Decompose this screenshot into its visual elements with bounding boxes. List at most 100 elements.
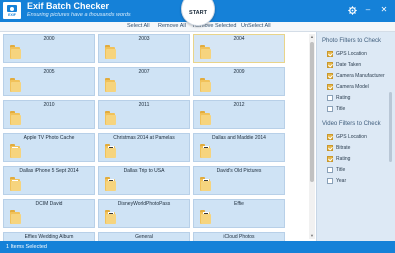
- filter-checkbox[interactable]: [327, 167, 333, 173]
- filter-option[interactable]: Bitrate: [327, 144, 393, 152]
- filter-checkbox[interactable]: [327, 51, 333, 57]
- folder-label: 2003: [138, 36, 150, 42]
- status-text: 1 Items Selected: [6, 244, 47, 250]
- folder-label: 2005: [43, 69, 55, 75]
- folder-tile[interactable]: 2012: [193, 100, 285, 129]
- folder-tile[interactable]: DCIM David: [3, 199, 95, 228]
- folder-tile[interactable]: Christmas 2014 at Pamelas: [98, 133, 190, 162]
- folder-tile[interactable]: 2009: [193, 67, 285, 96]
- photo-filters-heading: Photo Filters to Check: [322, 38, 382, 44]
- folder-tile[interactable]: Dallas and Maddie 2014: [193, 133, 285, 162]
- filter-label: Title: [336, 167, 346, 173]
- filter-option[interactable]: Rating: [327, 94, 393, 102]
- filter-checkbox[interactable]: [327, 106, 333, 112]
- filter-option[interactable]: Year: [327, 177, 393, 185]
- logo-text: EXIF: [8, 13, 16, 17]
- folder-tile[interactable]: 2007: [98, 67, 190, 96]
- photo-folder-icon: [200, 177, 211, 191]
- minimize-button[interactable]: –: [362, 4, 374, 16]
- folder-label: iCloud Photos: [223, 234, 255, 240]
- filter-checkbox[interactable]: [327, 62, 333, 68]
- folder-tile[interactable]: 2004: [193, 34, 285, 63]
- folder-tile[interactable]: Dallas Trip to USA: [98, 166, 190, 195]
- app-logo: EXIF: [3, 2, 21, 19]
- close-button[interactable]: ✕: [378, 4, 390, 16]
- folder-tile[interactable]: Apple TV Photo Cache: [3, 133, 95, 162]
- filter-option[interactable]: Title: [327, 105, 393, 113]
- filter-label: GPS Location: [336, 134, 367, 140]
- folder-tile[interactable]: David's Old Pictures: [193, 166, 285, 195]
- folder-icon: [200, 45, 211, 59]
- folder-label: David's Old Pictures: [216, 168, 262, 174]
- folder-icon: [105, 111, 116, 125]
- folder-icon: [10, 210, 21, 224]
- folder-label: Effies Wedding Album: [24, 234, 74, 240]
- settings-button[interactable]: [346, 4, 358, 16]
- filter-option[interactable]: Camera Model: [327, 83, 393, 91]
- filter-label: Camera Model: [336, 84, 369, 90]
- photo-folder-icon: [105, 177, 116, 191]
- folder-label: 2007: [138, 69, 150, 75]
- filter-checkbox[interactable]: [327, 178, 333, 184]
- filter-checkbox[interactable]: [327, 73, 333, 79]
- folder-tile[interactable]: Effies Wedding Album: [3, 232, 95, 241]
- photo-folder-icon: [200, 144, 211, 158]
- filter-option[interactable]: Date Taken: [327, 61, 393, 69]
- folder-label: 2012: [233, 102, 245, 108]
- filter-label: Year: [336, 178, 347, 184]
- folder-tile[interactable]: 2010: [3, 100, 95, 129]
- folder-label: Dallas iPhone 5 Sept 2014: [19, 168, 79, 174]
- filter-checkbox[interactable]: [327, 134, 333, 140]
- folder-label: Dallas Trip to USA: [123, 168, 165, 174]
- folder-tile[interactable]: 2011: [98, 100, 190, 129]
- folder-label: General: [135, 234, 153, 240]
- folder-icon: [200, 111, 211, 125]
- filter-label: GPS Location: [336, 51, 367, 57]
- folder-icon: [200, 78, 211, 92]
- filter-checkbox[interactable]: [327, 145, 333, 151]
- filter-checkbox[interactable]: [327, 95, 333, 101]
- filter-checkbox[interactable]: [327, 84, 333, 90]
- folder-label: DCIM David: [35, 201, 63, 207]
- scrollbar-thumb[interactable]: [310, 42, 314, 182]
- filter-option[interactable]: GPS Location: [327, 50, 393, 58]
- folder-label: 2011: [138, 102, 150, 108]
- select-all-button[interactable]: Select All: [127, 23, 150, 29]
- grid-scrollbar[interactable]: ▲ ▼: [309, 34, 315, 239]
- scroll-up-arrow-icon[interactable]: ▲: [309, 34, 315, 40]
- folder-tile[interactable]: iCloud Photos: [193, 232, 285, 241]
- folder-tile[interactable]: General: [98, 232, 190, 241]
- folder-icon: [10, 78, 21, 92]
- video-filters-heading: Video Filters to Check: [322, 121, 381, 127]
- filter-panel: Photo Filters to Check GPS Location Date …: [316, 32, 395, 241]
- remove-all-button[interactable]: Remove All: [158, 23, 186, 29]
- photo-folder-icon: [200, 210, 211, 224]
- panel-scrollbar[interactable]: [388, 34, 393, 239]
- scroll-down-arrow-icon[interactable]: ▼: [309, 233, 315, 239]
- gear-icon: [347, 5, 357, 15]
- app-subtitle: Ensuring pictures have a thousands words: [27, 12, 131, 18]
- folder-label: 2010: [43, 102, 55, 108]
- folder-label: 2004: [233, 36, 245, 42]
- folder-icon: [105, 78, 116, 92]
- filter-option[interactable]: Title: [327, 166, 393, 174]
- folder-tile[interactable]: Dallas iPhone 5 Sept 2014: [3, 166, 95, 195]
- folder-tile[interactable]: 2003: [98, 34, 190, 63]
- filter-option[interactable]: GPS Location: [327, 133, 393, 141]
- filter-label: Camera Manufacturer: [336, 73, 385, 79]
- status-bar: 1 Items Selected: [0, 241, 395, 253]
- folder-tile[interactable]: DisneyWorldPhotoPass: [98, 199, 190, 228]
- filter-checkbox[interactable]: [327, 156, 333, 162]
- folder-label: Dallas and Maddie 2014: [212, 135, 266, 141]
- camera-icon: [7, 5, 17, 12]
- folder-tile[interactable]: Effie: [193, 199, 285, 228]
- scrollbar-thumb[interactable]: [389, 92, 392, 162]
- folder-tile[interactable]: 2005: [3, 67, 95, 96]
- folder-label: Apple TV Photo Cache: [23, 135, 75, 141]
- unselect-all-button[interactable]: UnSelect All: [241, 23, 271, 29]
- filter-option[interactable]: Rating: [327, 155, 393, 163]
- folder-icon: [10, 177, 21, 191]
- folder-tile[interactable]: 2000: [3, 34, 95, 63]
- filter-option[interactable]: Camera Manufacturer: [327, 72, 393, 80]
- app-title: Exif Batch Checker: [27, 1, 110, 11]
